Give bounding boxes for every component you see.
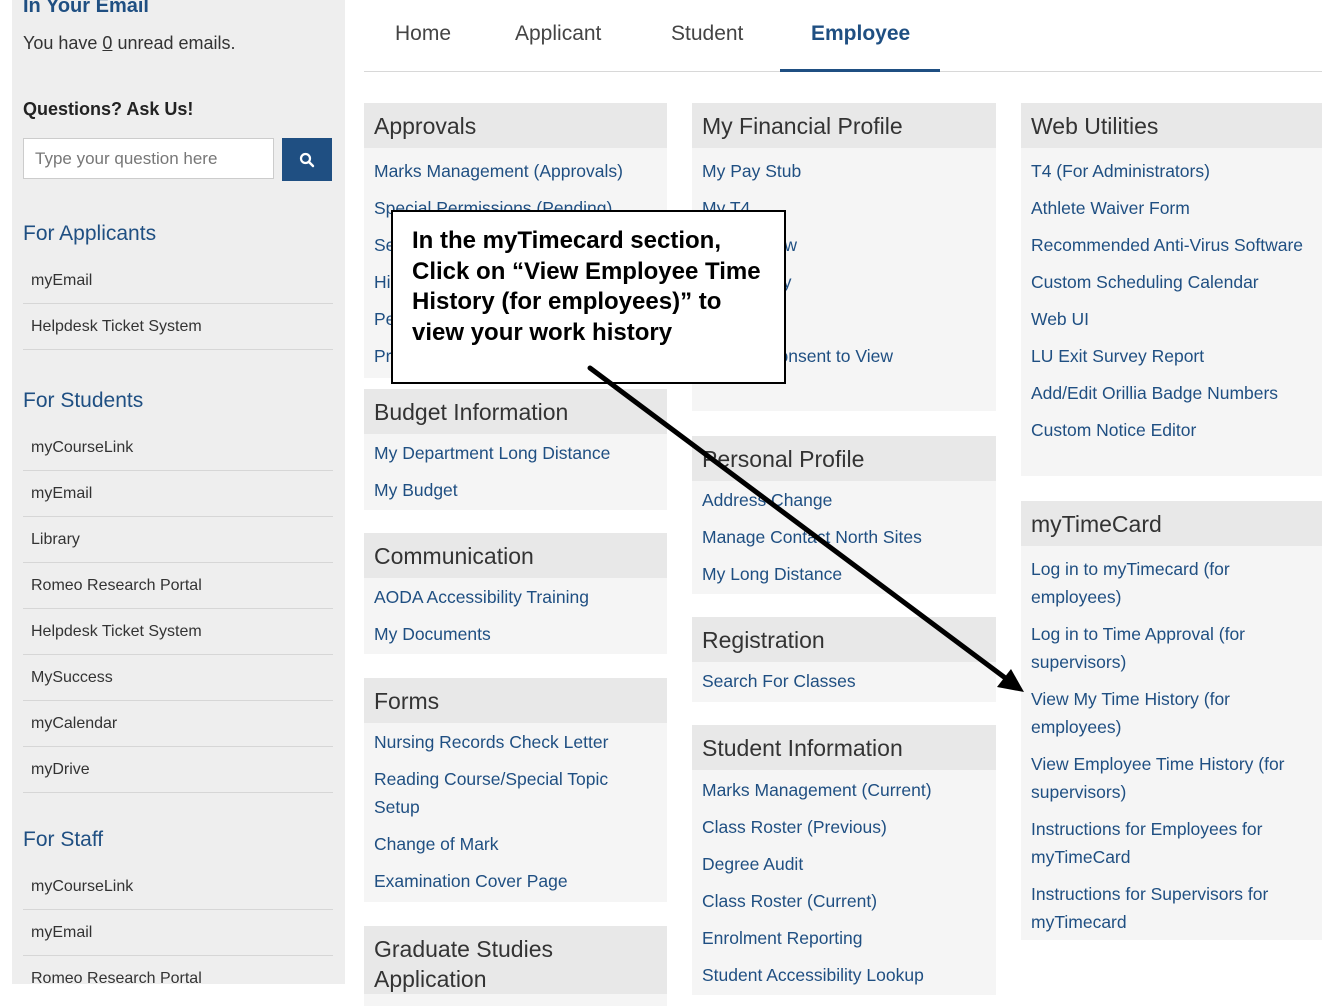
link-web-ui[interactable]: Web UI	[1031, 305, 1312, 333]
sidebar-item-myemail[interactable]: myEmail	[23, 910, 333, 956]
communication-title: Communication	[364, 533, 667, 578]
sidebar-item-mycourselink[interactable]: myCourseLink	[23, 864, 333, 910]
link-pay-stub[interactable]: My Pay Stub	[702, 157, 986, 185]
sidebar-item-mycourselink[interactable]: myCourseLink	[23, 425, 333, 471]
sidebar-item-myemail[interactable]: myEmail	[23, 471, 333, 517]
link-t4-admin[interactable]: T4 (For Administrators)	[1031, 157, 1312, 185]
financial-title: My Financial Profile	[692, 103, 996, 148]
mytimecard-title: myTimeCard	[1021, 501, 1322, 546]
personal-panel: Personal Profile Address Change Manage C…	[692, 436, 996, 594]
sidebar-item-helpdesk[interactable]: Helpdesk Ticket System	[23, 304, 333, 350]
sidebar-item-mycalendar[interactable]: myCalendar	[23, 701, 333, 747]
link-accessibility-lookup[interactable]: Student Accessibility Lookup	[702, 961, 986, 989]
link-roster-current[interactable]: Class Roster (Current)	[702, 887, 986, 915]
link-change-of-mark[interactable]: Change of Mark	[374, 830, 657, 858]
student-info-title: Student Information	[692, 725, 996, 770]
link-anti-virus[interactable]: Recommended Anti-Virus Software	[1031, 231, 1312, 259]
communication-panel: Communication AODA Accessibility Trainin…	[364, 533, 667, 654]
active-tab-indicator	[780, 69, 940, 72]
forms-panel: Forms Nursing Records Check Letter Readi…	[364, 678, 667, 902]
link-aoda-training[interactable]: AODA Accessibility Training	[374, 583, 657, 611]
applicants-list: myEmail Helpdesk Ticket System	[23, 258, 333, 350]
student-info-panel: Student Information Marks Management (Cu…	[692, 725, 996, 995]
students-list: myCourseLink myEmail Library Romeo Resea…	[23, 425, 333, 793]
forms-title: Forms	[364, 678, 667, 723]
graduate-panel: Graduate Studies Application	[364, 926, 667, 1006]
mytimecard-panel: myTimeCard Log in to myTimecard (for emp…	[1021, 501, 1322, 940]
sidebar: In Your Email You have 0 unread emails. …	[12, 0, 345, 984]
link-degree-audit[interactable]: Degree Audit	[702, 850, 986, 878]
for-staff-heading: For Staff	[23, 828, 104, 851]
top-nav: Home Applicant Student Employee	[364, 0, 1322, 72]
link-contact-north[interactable]: Manage Contact North Sites	[702, 523, 986, 551]
tab-student[interactable]: Student	[671, 22, 743, 46]
sidebar-item-myemail[interactable]: myEmail	[23, 258, 333, 304]
email-heading: In Your Email	[23, 0, 149, 17]
questions-heading: Questions? Ask Us!	[23, 99, 194, 119]
link-nursing-records[interactable]: Nursing Records Check Letter	[374, 728, 657, 756]
sidebar-item-romeo[interactable]: Romeo Research Portal	[23, 956, 333, 984]
web-utilities-panel: Web Utilities T4 (For Administrators) At…	[1021, 103, 1322, 476]
link-scheduling-calendar[interactable]: Custom Scheduling Calendar	[1031, 268, 1312, 296]
link-view-employee-time-history[interactable]: View Employee Time History (for supervis…	[1031, 750, 1312, 806]
for-students-heading: For Students	[23, 389, 144, 412]
sidebar-item-helpdesk[interactable]: Helpdesk Ticket System	[23, 609, 333, 655]
callout-text: In the myTimecard section, Click on “Vie…	[412, 227, 761, 346]
link-enrolment-reporting[interactable]: Enrolment Reporting	[702, 924, 986, 952]
link-marks-current[interactable]: Marks Management (Current)	[702, 776, 986, 804]
link-view-my-time-history[interactable]: View My Time History (for employees)	[1031, 685, 1312, 741]
budget-panel: Budget Information My Department Long Di…	[364, 389, 667, 510]
link-orillia-badge[interactable]: Add/Edit Orillia Badge Numbers	[1031, 379, 1312, 407]
link-athlete-waiver[interactable]: Athlete Waiver Form	[1031, 194, 1312, 222]
sidebar-item-mysuccess[interactable]: MySuccess	[23, 655, 333, 701]
budget-title: Budget Information	[364, 389, 667, 434]
sidebar-item-library[interactable]: Library	[23, 517, 333, 563]
search-button[interactable]	[282, 138, 332, 181]
link-department-long-distance[interactable]: My Department Long Distance	[374, 439, 657, 467]
tab-employee[interactable]: Employee	[811, 22, 910, 46]
link-address-change[interactable]: Address Change	[702, 486, 986, 514]
question-search-input[interactable]	[23, 138, 274, 179]
registration-panel: Registration Search For Classes	[692, 617, 996, 702]
approvals-title: Approvals	[364, 103, 667, 148]
link-roster-previous[interactable]: Class Roster (Previous)	[702, 813, 986, 841]
link-my-documents[interactable]: My Documents	[374, 620, 657, 648]
link-notice-editor[interactable]: Custom Notice Editor	[1031, 416, 1312, 444]
sidebar-item-mydrive[interactable]: myDrive	[23, 747, 333, 793]
link-exam-cover-page[interactable]: Examination Cover Page	[374, 867, 657, 895]
link-login-mytimecard[interactable]: Log in to myTimecard (for employees)	[1031, 555, 1312, 611]
link-long-distance[interactable]: My Long Distance	[702, 560, 986, 588]
link-instructions-supervisors[interactable]: Instructions for Supervisors for myTimec…	[1031, 880, 1312, 936]
tab-home[interactable]: Home	[395, 22, 451, 46]
link-exit-survey[interactable]: LU Exit Survey Report	[1031, 342, 1312, 370]
personal-title: Personal Profile	[692, 436, 996, 481]
link-my-budget[interactable]: My Budget	[374, 476, 657, 504]
link-instructions-employees[interactable]: Instructions for Employees for myTimeCar…	[1031, 815, 1312, 871]
registration-title: Registration	[692, 617, 996, 662]
sidebar-item-romeo[interactable]: Romeo Research Portal	[23, 563, 333, 609]
link-login-time-approval[interactable]: Log in to Time Approval (for supervisors…	[1031, 620, 1312, 676]
tab-applicant[interactable]: Applicant	[515, 22, 601, 46]
link-search-classes[interactable]: Search For Classes	[702, 667, 986, 695]
staff-list: myCourseLink myEmail Romeo Research Port…	[23, 864, 333, 984]
unread-count-link[interactable]: 0	[102, 33, 112, 53]
for-applicants-heading: For Applicants	[23, 222, 157, 245]
web-utilities-title: Web Utilities	[1021, 103, 1322, 148]
link-marks-management-approvals[interactable]: Marks Management (Approvals)	[374, 157, 657, 185]
instruction-callout: In the myTimecard section, Click on “Vie…	[391, 210, 786, 384]
search-icon	[299, 152, 315, 167]
unread-email-text: You have 0 unread emails.	[23, 33, 236, 53]
link-reading-course[interactable]: Reading Course/Special Topic Setup	[374, 765, 657, 821]
